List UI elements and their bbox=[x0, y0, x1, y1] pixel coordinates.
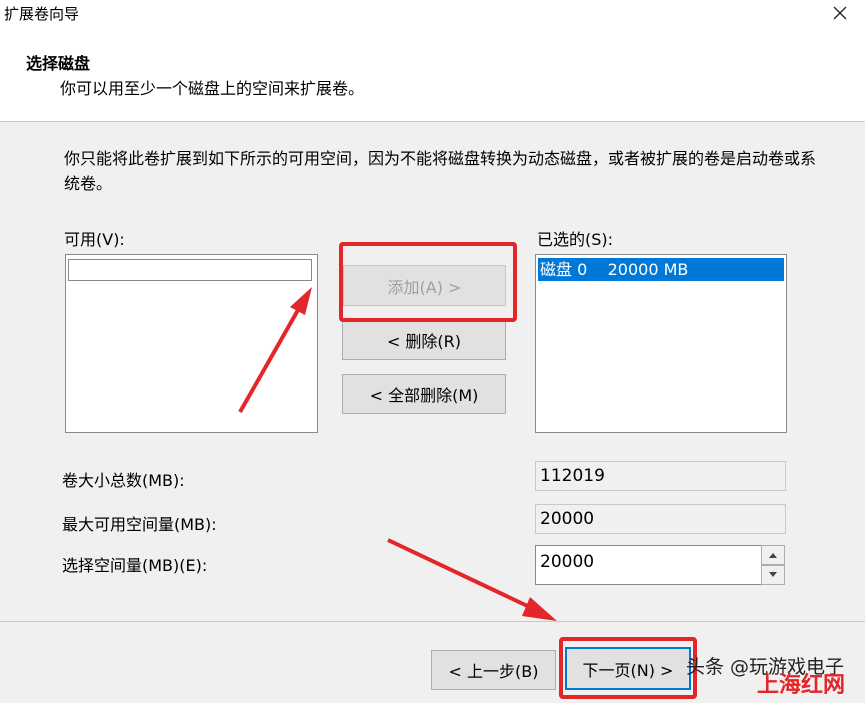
watermark-site: 上海红网 bbox=[757, 673, 846, 698]
arrow-icon bbox=[387, 538, 557, 621]
arrow-icon bbox=[238, 287, 312, 413]
annotation-arrows bbox=[238, 287, 557, 621]
